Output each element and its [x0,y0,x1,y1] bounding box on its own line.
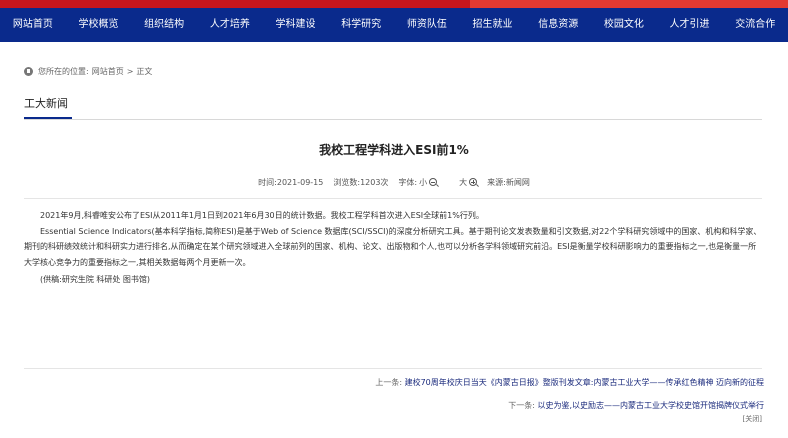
meta-views: 1203次 [360,177,389,187]
meta-source-label: 来源: [487,177,506,187]
article-body: 2021年9月,科睿唯安公布了ESI从2011年1月1日到2021年6月30日的… [24,208,764,288]
zoom-in-icon [469,178,478,186]
font-large-label: 大 [459,177,468,187]
article-title: 我校工程学科进入ESI前1% [319,143,469,157]
next-label: 下一条: [508,401,535,410]
prev-article: 上一条: 建校70周年校庆日当天《内蒙古日报》整版刊发文章:内蒙古工业大学——传… [375,377,764,388]
breadcrumb-separator: > [126,66,134,76]
breadcrumb-home-link[interactable]: 网站首页 [92,66,124,77]
nav-item-discipline[interactable]: 学科建设 [263,8,329,42]
nav-item-recruitment[interactable]: 人才引进 [657,8,723,42]
breadcrumb-current: 正文 [136,66,153,76]
meta-source: 新闻网 [505,177,530,187]
nav-item-research[interactable]: 科学研究 [328,8,394,42]
nav-item-resources[interactable]: 信息资源 [525,8,591,42]
article-paragraph: Essential Science Indicators(基本科学指标,简称ES… [24,226,762,267]
next-article-link[interactable]: 以史为鉴,以史励志——内蒙古工业大学校史馆开馆揭牌仪式举行 [537,401,764,410]
breadcrumb-prefix: 您所在的位置: [38,66,89,76]
nav-item-talent-training[interactable]: 人才培养 [197,8,263,42]
article-meta: 时间: 2021-09-15 浏览数: 1203次 字体: 小 大 来源: 新闻… [0,176,788,188]
meta-divider [24,198,762,199]
meta-time: 2021-09-15 [276,177,324,187]
section-title: 工大新闻 [24,95,72,119]
close-button[interactable]: [关闭] [743,414,762,424]
meta-font-label: 字体: [398,177,418,187]
section-header: 工大新闻 [24,95,762,120]
font-large-button[interactable]: 大 [459,177,478,188]
prev-label: 上一条: [375,378,403,387]
meta-views-label: 浏览数: [333,177,361,187]
article-paragraph: 2021年9月,科睿唯安公布了ESI从2011年1月1日到2021年6月30日的… [40,211,484,220]
breadcrumb: 您所在的位置: 网站首页 > 正文 [24,64,155,78]
top-strip-right [470,0,788,8]
nav-item-admission[interactable]: 招生就业 [460,8,526,42]
zoom-out-icon [429,178,438,186]
nav-item-overview[interactable]: 学校概览 [66,8,132,42]
nav-item-faculty[interactable]: 师资队伍 [394,8,460,42]
nav-item-culture[interactable]: 校园文化 [591,8,657,42]
main-nav: 网站首页 学校概览 组织结构 人才培养 学科建设 科学研究 师资队伍 招生就业 … [0,8,788,42]
nav-item-home[interactable]: 网站首页 [0,8,66,42]
nav-item-exchange[interactable]: 交流合作 [722,8,788,42]
top-strip-left [0,0,470,8]
nav-item-organization[interactable]: 组织结构 [131,8,197,42]
top-red-strip [0,0,788,8]
meta-time-label: 时间: [258,177,277,187]
pager-divider [24,368,762,369]
font-small-label: 小 [419,177,428,187]
home-icon [24,66,33,76]
font-small-button[interactable]: 小 [419,177,438,188]
article-source-note: (供稿:研究生院 科研处 图书馆) [40,275,151,284]
next-article: 下一条: 以史为鉴,以史励志——内蒙古工业大学校史馆开馆揭牌仪式举行 [508,400,764,411]
prev-article-link[interactable]: 建校70周年校庆日当天《内蒙古日报》整版刊发文章:内蒙古工业大学——传承红色精神… [405,378,764,387]
